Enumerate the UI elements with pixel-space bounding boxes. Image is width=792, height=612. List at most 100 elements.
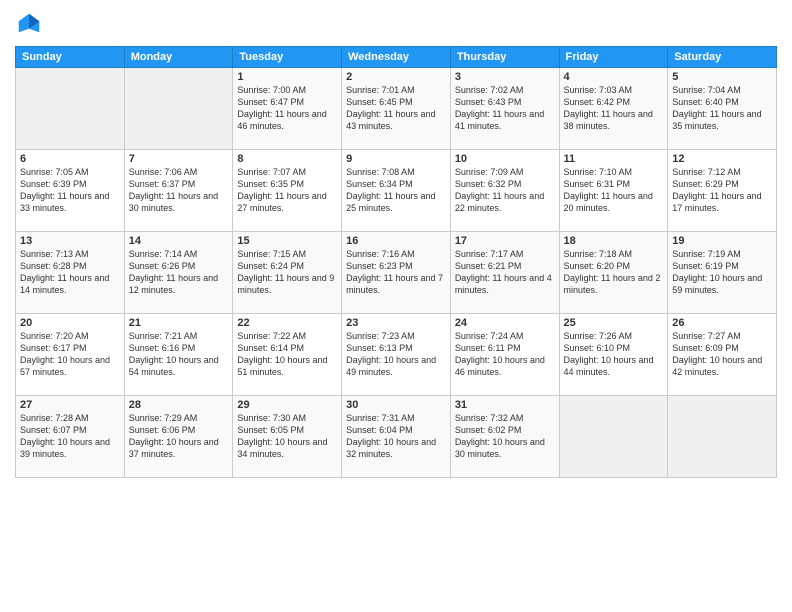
day-detail: Sunrise: 7:12 AM Sunset: 6:29 PM Dayligh… [672,166,772,215]
day-detail: Sunrise: 7:08 AM Sunset: 6:34 PM Dayligh… [346,166,446,215]
day-detail: Sunrise: 7:32 AM Sunset: 6:02 PM Dayligh… [455,412,555,461]
logo-icon [15,10,43,38]
day-detail: Sunrise: 7:14 AM Sunset: 6:26 PM Dayligh… [129,248,229,297]
calendar-week-5: 27Sunrise: 7:28 AM Sunset: 6:07 PM Dayli… [16,396,777,478]
day-number: 29 [237,399,337,411]
day-number: 28 [129,399,229,411]
day-detail: Sunrise: 7:09 AM Sunset: 6:32 PM Dayligh… [455,166,555,215]
day-detail: Sunrise: 7:17 AM Sunset: 6:21 PM Dayligh… [455,248,555,297]
day-number: 22 [237,317,337,329]
calendar-cell: 21Sunrise: 7:21 AM Sunset: 6:16 PM Dayli… [124,314,233,396]
calendar-cell: 1Sunrise: 7:00 AM Sunset: 6:47 PM Daylig… [233,68,342,150]
day-header-saturday: Saturday [668,47,777,68]
calendar-cell: 8Sunrise: 7:07 AM Sunset: 6:35 PM Daylig… [233,150,342,232]
day-detail: Sunrise: 7:22 AM Sunset: 6:14 PM Dayligh… [237,330,337,379]
day-number: 5 [672,71,772,83]
day-number: 25 [564,317,664,329]
calendar-week-3: 13Sunrise: 7:13 AM Sunset: 6:28 PM Dayli… [16,232,777,314]
day-number: 3 [455,71,555,83]
day-detail: Sunrise: 7:00 AM Sunset: 6:47 PM Dayligh… [237,84,337,133]
day-detail: Sunrise: 7:07 AM Sunset: 6:35 PM Dayligh… [237,166,337,215]
day-number: 12 [672,153,772,165]
calendar-cell: 22Sunrise: 7:22 AM Sunset: 6:14 PM Dayli… [233,314,342,396]
calendar-cell: 15Sunrise: 7:15 AM Sunset: 6:24 PM Dayli… [233,232,342,314]
day-number: 17 [455,235,555,247]
calendar-cell: 3Sunrise: 7:02 AM Sunset: 6:43 PM Daylig… [450,68,559,150]
calendar-header-row: SundayMondayTuesdayWednesdayThursdayFrid… [16,47,777,68]
day-detail: Sunrise: 7:03 AM Sunset: 6:42 PM Dayligh… [564,84,664,133]
calendar-cell: 31Sunrise: 7:32 AM Sunset: 6:02 PM Dayli… [450,396,559,478]
page: SundayMondayTuesdayWednesdayThursdayFrid… [0,0,792,612]
day-detail: Sunrise: 7:05 AM Sunset: 6:39 PM Dayligh… [20,166,120,215]
calendar-cell: 16Sunrise: 7:16 AM Sunset: 6:23 PM Dayli… [342,232,451,314]
day-detail: Sunrise: 7:01 AM Sunset: 6:45 PM Dayligh… [346,84,446,133]
calendar-cell [559,396,668,478]
day-header-wednesday: Wednesday [342,47,451,68]
day-detail: Sunrise: 7:06 AM Sunset: 6:37 PM Dayligh… [129,166,229,215]
day-detail: Sunrise: 7:02 AM Sunset: 6:43 PM Dayligh… [455,84,555,133]
day-number: 19 [672,235,772,247]
calendar-week-2: 6Sunrise: 7:05 AM Sunset: 6:39 PM Daylig… [16,150,777,232]
day-number: 30 [346,399,446,411]
calendar-week-1: 1Sunrise: 7:00 AM Sunset: 6:47 PM Daylig… [16,68,777,150]
calendar-cell: 7Sunrise: 7:06 AM Sunset: 6:37 PM Daylig… [124,150,233,232]
calendar-cell: 12Sunrise: 7:12 AM Sunset: 6:29 PM Dayli… [668,150,777,232]
day-detail: Sunrise: 7:19 AM Sunset: 6:19 PM Dayligh… [672,248,772,297]
day-header-thursday: Thursday [450,47,559,68]
calendar-cell: 2Sunrise: 7:01 AM Sunset: 6:45 PM Daylig… [342,68,451,150]
calendar-cell [668,396,777,478]
calendar-table: SundayMondayTuesdayWednesdayThursdayFrid… [15,46,777,478]
day-detail: Sunrise: 7:16 AM Sunset: 6:23 PM Dayligh… [346,248,446,297]
day-detail: Sunrise: 7:29 AM Sunset: 6:06 PM Dayligh… [129,412,229,461]
day-number: 31 [455,399,555,411]
calendar-cell: 9Sunrise: 7:08 AM Sunset: 6:34 PM Daylig… [342,150,451,232]
calendar-cell: 24Sunrise: 7:24 AM Sunset: 6:11 PM Dayli… [450,314,559,396]
calendar-cell: 6Sunrise: 7:05 AM Sunset: 6:39 PM Daylig… [16,150,125,232]
calendar-cell: 26Sunrise: 7:27 AM Sunset: 6:09 PM Dayli… [668,314,777,396]
calendar-cell: 4Sunrise: 7:03 AM Sunset: 6:42 PM Daylig… [559,68,668,150]
day-number: 20 [20,317,120,329]
day-number: 9 [346,153,446,165]
calendar-cell: 18Sunrise: 7:18 AM Sunset: 6:20 PM Dayli… [559,232,668,314]
calendar-cell: 25Sunrise: 7:26 AM Sunset: 6:10 PM Dayli… [559,314,668,396]
day-number: 2 [346,71,446,83]
day-detail: Sunrise: 7:27 AM Sunset: 6:09 PM Dayligh… [672,330,772,379]
day-number: 10 [455,153,555,165]
day-header-friday: Friday [559,47,668,68]
day-number: 24 [455,317,555,329]
calendar-week-4: 20Sunrise: 7:20 AM Sunset: 6:17 PM Dayli… [16,314,777,396]
day-number: 23 [346,317,446,329]
day-number: 15 [237,235,337,247]
day-number: 27 [20,399,120,411]
day-detail: Sunrise: 7:20 AM Sunset: 6:17 PM Dayligh… [20,330,120,379]
calendar-cell: 30Sunrise: 7:31 AM Sunset: 6:04 PM Dayli… [342,396,451,478]
calendar-cell: 5Sunrise: 7:04 AM Sunset: 6:40 PM Daylig… [668,68,777,150]
calendar-cell: 17Sunrise: 7:17 AM Sunset: 6:21 PM Dayli… [450,232,559,314]
day-number: 11 [564,153,664,165]
day-number: 7 [129,153,229,165]
day-detail: Sunrise: 7:10 AM Sunset: 6:31 PM Dayligh… [564,166,664,215]
calendar-cell: 14Sunrise: 7:14 AM Sunset: 6:26 PM Dayli… [124,232,233,314]
calendar-cell: 29Sunrise: 7:30 AM Sunset: 6:05 PM Dayli… [233,396,342,478]
day-detail: Sunrise: 7:28 AM Sunset: 6:07 PM Dayligh… [20,412,120,461]
day-detail: Sunrise: 7:18 AM Sunset: 6:20 PM Dayligh… [564,248,664,297]
day-number: 4 [564,71,664,83]
calendar-cell: 23Sunrise: 7:23 AM Sunset: 6:13 PM Dayli… [342,314,451,396]
day-detail: Sunrise: 7:26 AM Sunset: 6:10 PM Dayligh… [564,330,664,379]
day-detail: Sunrise: 7:24 AM Sunset: 6:11 PM Dayligh… [455,330,555,379]
day-detail: Sunrise: 7:21 AM Sunset: 6:16 PM Dayligh… [129,330,229,379]
day-detail: Sunrise: 7:31 AM Sunset: 6:04 PM Dayligh… [346,412,446,461]
calendar-cell: 11Sunrise: 7:10 AM Sunset: 6:31 PM Dayli… [559,150,668,232]
calendar-cell: 13Sunrise: 7:13 AM Sunset: 6:28 PM Dayli… [16,232,125,314]
day-number: 1 [237,71,337,83]
day-detail: Sunrise: 7:13 AM Sunset: 6:28 PM Dayligh… [20,248,120,297]
calendar-cell: 20Sunrise: 7:20 AM Sunset: 6:17 PM Dayli… [16,314,125,396]
header [15,10,777,38]
day-detail: Sunrise: 7:23 AM Sunset: 6:13 PM Dayligh… [346,330,446,379]
day-number: 14 [129,235,229,247]
calendar-cell [16,68,125,150]
calendar-cell: 27Sunrise: 7:28 AM Sunset: 6:07 PM Dayli… [16,396,125,478]
day-number: 6 [20,153,120,165]
logo [15,10,47,38]
day-header-sunday: Sunday [16,47,125,68]
